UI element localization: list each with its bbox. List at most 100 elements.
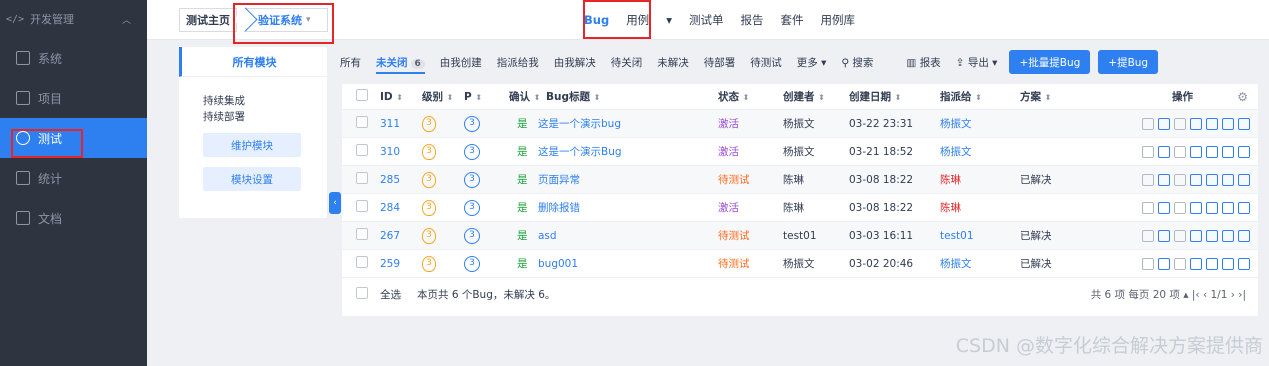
select-all-checkbox[interactable] xyxy=(356,286,368,299)
close-icon[interactable] xyxy=(1206,117,1218,130)
edit-icon[interactable] xyxy=(1222,201,1234,214)
sidebar-item-system[interactable]: 系统 xyxy=(0,38,147,78)
edit-icon[interactable] xyxy=(1222,145,1234,158)
view-icon[interactable] xyxy=(1174,145,1186,158)
col-date[interactable]: 创建日期 ⬍ xyxy=(849,89,940,104)
resolve-icon[interactable] xyxy=(1190,117,1202,130)
bug-id[interactable]: 310 xyxy=(380,146,422,158)
report-button[interactable]: ▥ 报表 xyxy=(906,55,940,70)
link-icon[interactable] xyxy=(1158,145,1170,158)
confirm-icon[interactable] xyxy=(1142,117,1154,130)
col-status[interactable]: 状态 ⬍ xyxy=(718,89,783,104)
col-confirmed[interactable]: 确认 ⬍ xyxy=(509,89,546,104)
row-checkbox[interactable] xyxy=(356,144,368,156)
table-row[interactable]: 311 3 3 是这是一个演示bug 激活 杨振文 03-22 23:31 杨振文 xyxy=(342,110,1258,138)
sidebar-item-stats[interactable]: 统计 xyxy=(0,158,147,198)
filter-to-close[interactable]: 待关闭 xyxy=(611,55,643,70)
edit-icon[interactable] xyxy=(1222,257,1234,270)
col-level[interactable]: 级别 ⬍ xyxy=(422,89,464,104)
resolve-icon[interactable] xyxy=(1190,173,1202,186)
confirm-icon[interactable] xyxy=(1142,229,1154,242)
filter-to-deploy[interactable]: 待部署 xyxy=(704,55,736,70)
export-button[interactable]: ⇪ 导出 ▾ xyxy=(956,55,998,70)
table-row[interactable]: 285 3 3 是页面异常 待测试 陈琳 03-08 18:22 陈琳 已解决 xyxy=(342,166,1258,194)
view-icon[interactable] xyxy=(1174,229,1186,242)
sidebar-item-project[interactable]: 项目 xyxy=(0,78,147,118)
gear-icon[interactable]: ⚙ xyxy=(1237,90,1248,104)
module-settings-button[interactable]: 模块设置 xyxy=(203,167,301,191)
edit-icon[interactable] xyxy=(1222,173,1234,186)
bug-id[interactable]: 284 xyxy=(380,202,422,214)
select-all-label[interactable]: 全选 xyxy=(380,287,401,302)
nav-report[interactable]: 报告 xyxy=(740,12,763,28)
bug-id[interactable]: 267 xyxy=(380,230,422,242)
assignee[interactable]: 杨振文 xyxy=(940,116,1020,131)
bug-title[interactable]: 页面异常 xyxy=(538,172,718,187)
view-icon[interactable] xyxy=(1174,201,1186,214)
assignee[interactable]: 陈琳 xyxy=(940,200,1020,215)
module-item[interactable]: 持续部署 xyxy=(203,109,327,125)
nav-suite[interactable]: 套件 xyxy=(780,12,803,28)
row-checkbox[interactable] xyxy=(356,172,368,184)
assignee[interactable]: 杨振文 xyxy=(940,144,1020,159)
close-icon[interactable] xyxy=(1206,201,1218,214)
filter-resolved-by-me[interactable]: 由我解决 xyxy=(554,55,596,70)
assignee[interactable]: 杨振文 xyxy=(940,256,1020,271)
row-checkbox[interactable] xyxy=(356,256,368,268)
view-icon[interactable] xyxy=(1174,257,1186,270)
edit-icon[interactable] xyxy=(1222,117,1234,130)
col-creator[interactable]: 创建者 ⬍ xyxy=(783,89,849,104)
filter-more[interactable]: 更多 ▾ xyxy=(797,55,827,70)
filter-unresolved[interactable]: 未解决 xyxy=(657,55,689,70)
module-item[interactable]: 持续集成 xyxy=(203,93,327,109)
collapse-toggle[interactable]: ‹ xyxy=(329,192,341,214)
bug-id[interactable]: 285 xyxy=(380,174,422,186)
copy-icon[interactable] xyxy=(1238,229,1250,242)
table-row[interactable]: 284 3 3 是删除报错 激活 陈琳 03-08 18:22 陈琳 xyxy=(342,194,1258,222)
col-p[interactable]: P ⬍ xyxy=(464,91,509,103)
copy-icon[interactable] xyxy=(1238,145,1250,158)
view-icon[interactable] xyxy=(1174,117,1186,130)
bug-title[interactable]: 删除报错 xyxy=(538,200,718,215)
pager[interactable]: 共 6 项 每页 20 项 ▴ |‹ ‹ 1/1 › ›| xyxy=(1091,287,1246,302)
select-all-checkbox-head[interactable] xyxy=(356,89,368,101)
batch-add-bug-button[interactable]: +批量提Bug xyxy=(1009,50,1091,74)
col-assignee[interactable]: 指派给 ⬍ xyxy=(940,89,1020,104)
col-title[interactable]: Bug标题 ⬍ xyxy=(546,89,718,104)
copy-icon[interactable] xyxy=(1238,201,1250,214)
table-row[interactable]: 259 3 3 是 bug001 待测试 杨振文 03-02 20:46 杨振文 已解决 xyxy=(342,250,1258,278)
resolve-icon[interactable] xyxy=(1190,229,1202,242)
copy-icon[interactable] xyxy=(1238,173,1250,186)
edit-icon[interactable] xyxy=(1222,229,1234,242)
breadcrumb-home[interactable]: 测试主页 xyxy=(179,8,237,32)
close-icon[interactable] xyxy=(1206,145,1218,158)
resolve-icon[interactable] xyxy=(1190,201,1202,214)
search-button[interactable]: ⚲ 搜索 xyxy=(841,55,873,70)
resolve-icon[interactable] xyxy=(1190,257,1202,270)
link-icon[interactable] xyxy=(1158,201,1170,214)
filter-unclosed[interactable]: 未关闭 6 xyxy=(376,55,425,74)
bug-title[interactable]: 这是一个演示bug xyxy=(538,116,718,131)
copy-icon[interactable] xyxy=(1238,257,1250,270)
bug-title[interactable]: 这是一个演示Bug xyxy=(538,144,718,159)
view-icon[interactable] xyxy=(1174,173,1186,186)
add-bug-button[interactable]: +提Bug xyxy=(1098,50,1159,74)
bug-title[interactable]: bug001 xyxy=(538,258,718,270)
confirm-icon[interactable] xyxy=(1142,201,1154,214)
assignee[interactable]: 陈琳 xyxy=(940,172,1020,187)
link-icon[interactable] xyxy=(1158,117,1170,130)
confirm-icon[interactable] xyxy=(1142,145,1154,158)
link-icon[interactable] xyxy=(1158,229,1170,242)
link-icon[interactable] xyxy=(1158,257,1170,270)
filter-all[interactable]: 所有 xyxy=(340,55,361,70)
bug-id[interactable]: 311 xyxy=(380,118,422,130)
close-icon[interactable] xyxy=(1206,257,1218,270)
filter-created-by-me[interactable]: 由我创建 xyxy=(440,55,482,70)
confirm-icon[interactable] xyxy=(1142,173,1154,186)
sidebar-item-docs[interactable]: 文档 xyxy=(0,198,147,238)
nav-testtask[interactable]: 测试单 xyxy=(689,12,724,28)
maintain-module-button[interactable]: 维护模块 xyxy=(203,133,301,157)
nav-caselib[interactable]: 用例库 xyxy=(820,12,855,28)
col-id[interactable]: ID ⬍ xyxy=(380,91,422,103)
row-checkbox[interactable] xyxy=(356,116,368,128)
